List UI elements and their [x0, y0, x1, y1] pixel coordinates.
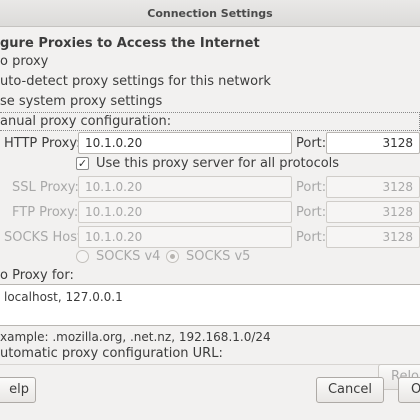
socks-v5-label[interactable]: SOCKS v5 [186, 249, 250, 264]
http-port-label: Port: [296, 136, 327, 151]
socks-port-input[interactable]: 3128 [326, 226, 420, 248]
socks-port-label: Port: [296, 230, 327, 245]
socks-v4-radio[interactable] [76, 250, 89, 263]
http-proxy-label: HTTP Proxy: [4, 136, 81, 151]
ftp-proxy-label: FTP Proxy: [12, 205, 79, 220]
window-titlebar: Connection Settings [0, 0, 420, 27]
radio-no-proxy-label[interactable]: o proxy [0, 54, 48, 69]
no-proxy-for-textarea[interactable]: localhost, 127.0.0.1 [0, 284, 420, 326]
socks-v4-label[interactable]: SOCKS v4 [96, 249, 160, 264]
use-all-protocols-checkbox[interactable]: ✓ [76, 157, 89, 170]
radio-auto-detect-label[interactable]: uto-detect proxy settings for this netwo… [0, 74, 271, 89]
ssl-proxy-input[interactable]: 10.1.0.20 [78, 176, 292, 198]
ftp-port-label: Port: [296, 205, 327, 220]
ftp-port-input[interactable]: 3128 [326, 201, 420, 223]
use-all-protocols-label[interactable]: Use this proxy server for all protocols [96, 156, 339, 171]
radio-manual-proxy-label[interactable]: anual proxy configuration: [0, 114, 171, 129]
no-proxy-example: xample: .mozilla.org, .net.nz, 192.168.1… [0, 330, 271, 344]
cancel-button[interactable]: Cancel [316, 377, 384, 403]
dialog-heading: gure Proxies to Access the Internet [0, 36, 260, 51]
window-title: Connection Settings [147, 6, 273, 20]
ftp-proxy-input[interactable]: 10.1.0.20 [78, 201, 292, 223]
socks-host-label: SOCKS Host: [4, 230, 87, 245]
help-button[interactable]: elp [0, 377, 36, 403]
ok-button[interactable]: O [398, 377, 420, 403]
radio-system-proxy-label[interactable]: se system proxy settings [0, 94, 162, 109]
ssl-proxy-label: SSL Proxy: [12, 180, 79, 195]
socks-v5-radio[interactable] [166, 250, 179, 263]
no-proxy-for-label: o Proxy for: [0, 268, 74, 283]
http-port-input[interactable]: 3128 [326, 132, 420, 154]
ssl-port-label: Port: [296, 180, 327, 195]
ssl-port-input[interactable]: 3128 [326, 176, 420, 198]
socks-host-input[interactable]: 10.1.0.20 [78, 226, 292, 248]
url-field-edge [0, 364, 420, 365]
http-proxy-input[interactable]: 10.1.0.20 [78, 132, 292, 154]
auto-config-url-label[interactable]: utomatic proxy configuration URL: [0, 346, 223, 361]
